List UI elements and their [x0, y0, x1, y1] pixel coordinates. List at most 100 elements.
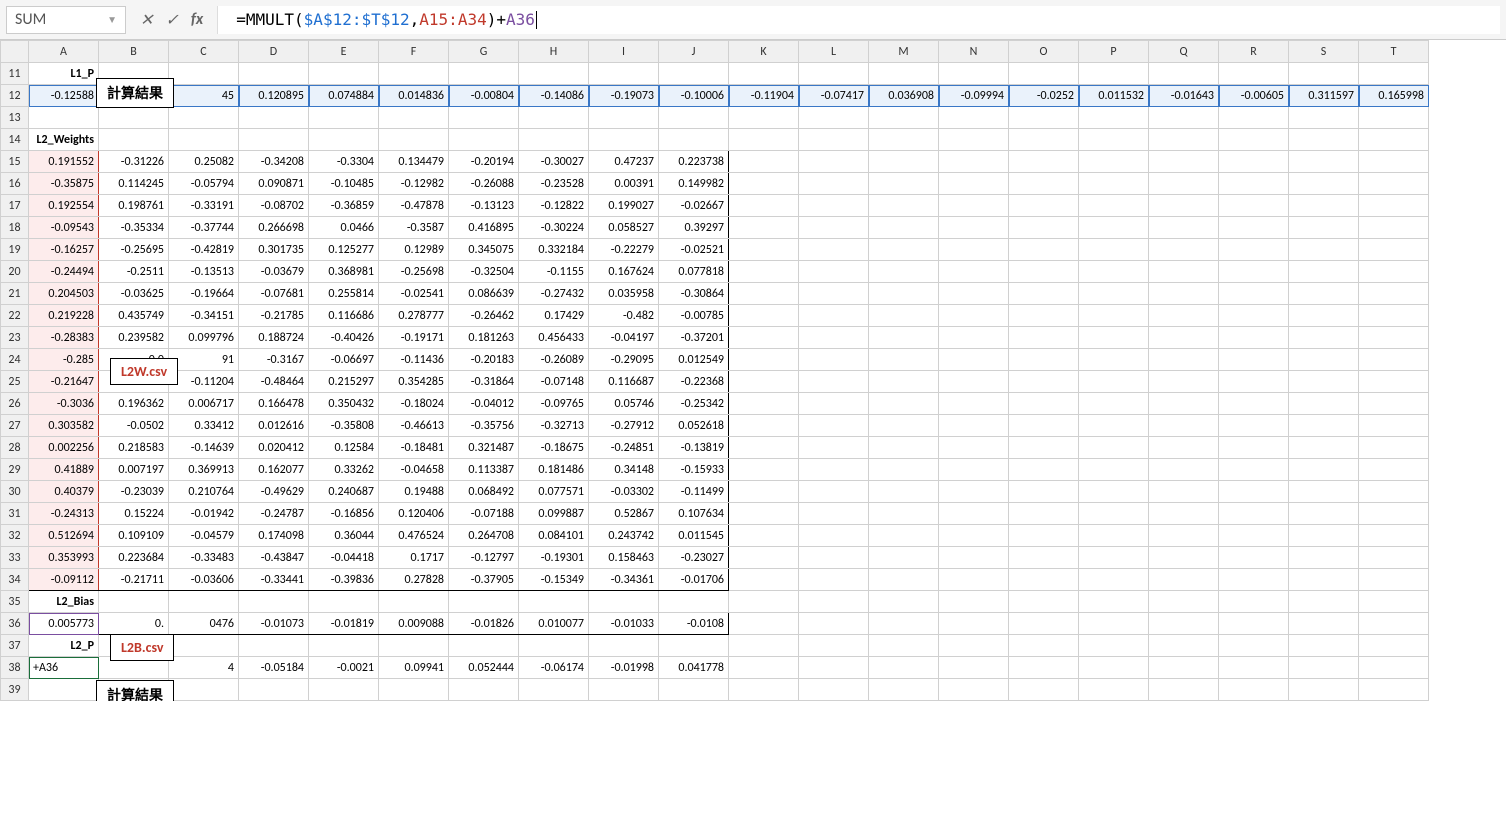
cell-G30[interactable]: 0.068492 [449, 481, 519, 503]
cell-P11[interactable] [1079, 63, 1149, 85]
cell-A34[interactable]: -0.09112 [29, 569, 99, 591]
cell-G31[interactable]: -0.07188 [449, 503, 519, 525]
cell-D34[interactable]: -0.33441 [239, 569, 309, 591]
cell-O26[interactable] [1009, 393, 1079, 415]
cell-J28[interactable]: -0.13819 [659, 437, 729, 459]
cell-M34[interactable] [869, 569, 939, 591]
cell-H13[interactable] [519, 107, 589, 129]
cell-G38[interactable]: 0.052444 [449, 657, 519, 679]
cell-F36[interactable]: 0.009088 [379, 613, 449, 635]
cell-A33[interactable]: 0.353993 [29, 547, 99, 569]
cell-N26[interactable] [939, 393, 1009, 415]
col-header-P[interactable]: P [1079, 41, 1149, 63]
cell-M35[interactable] [869, 591, 939, 613]
cell-C36[interactable]: 0476 [169, 613, 239, 635]
cell-E30[interactable]: 0.240687 [309, 481, 379, 503]
cell-S31[interactable] [1289, 503, 1359, 525]
cell-R25[interactable] [1219, 371, 1289, 393]
cell-H30[interactable]: 0.077571 [519, 481, 589, 503]
col-header-G[interactable]: G [449, 41, 519, 63]
cell-I16[interactable]: 0.00391 [589, 173, 659, 195]
cell-N18[interactable] [939, 217, 1009, 239]
cell-K11[interactable] [729, 63, 799, 85]
cell-A14[interactable]: L2_Weights [29, 129, 99, 151]
row-header-21[interactable]: 21 [1, 283, 29, 305]
cell-B31[interactable]: 0.15224 [99, 503, 169, 525]
cell-L17[interactable] [799, 195, 869, 217]
cell-R33[interactable] [1219, 547, 1289, 569]
cell-F30[interactable]: 0.19488 [379, 481, 449, 503]
cell-J39[interactable] [659, 679, 729, 701]
cell-E17[interactable]: -0.36859 [309, 195, 379, 217]
cell-Q19[interactable] [1149, 239, 1219, 261]
cell-M33[interactable] [869, 547, 939, 569]
cell-J34[interactable]: -0.01706 [659, 569, 729, 591]
cell-C26[interactable]: 0.006717 [169, 393, 239, 415]
cell-E23[interactable]: -0.40426 [309, 327, 379, 349]
cell-J17[interactable]: -0.02667 [659, 195, 729, 217]
corner-select-all[interactable] [1, 41, 29, 63]
cell-T22[interactable] [1359, 305, 1429, 327]
cell-N39[interactable] [939, 679, 1009, 701]
cell-H35[interactable] [519, 591, 589, 613]
cell-F38[interactable]: 0.09941 [379, 657, 449, 679]
cell-O16[interactable] [1009, 173, 1079, 195]
row-header-36[interactable]: 36 [1, 613, 29, 635]
cell-M13[interactable] [869, 107, 939, 129]
cell-K15[interactable] [729, 151, 799, 173]
cell-L16[interactable] [799, 173, 869, 195]
cell-Q20[interactable] [1149, 261, 1219, 283]
cell-H26[interactable]: -0.09765 [519, 393, 589, 415]
col-header-D[interactable]: D [239, 41, 309, 63]
cell-C12[interactable]: 45 [169, 85, 239, 107]
cell-Q37[interactable] [1149, 635, 1219, 657]
cell-K17[interactable] [729, 195, 799, 217]
col-header-N[interactable]: N [939, 41, 1009, 63]
cell-I38[interactable]: -0.01998 [589, 657, 659, 679]
cell-R14[interactable] [1219, 129, 1289, 151]
cell-H11[interactable] [519, 63, 589, 85]
cell-T37[interactable] [1359, 635, 1429, 657]
cell-P18[interactable] [1079, 217, 1149, 239]
cell-J23[interactable]: -0.37201 [659, 327, 729, 349]
cell-N32[interactable] [939, 525, 1009, 547]
cell-M21[interactable] [869, 283, 939, 305]
cell-R24[interactable] [1219, 349, 1289, 371]
cell-L29[interactable] [799, 459, 869, 481]
cell-A13[interactable] [29, 107, 99, 129]
cell-C27[interactable]: 0.33412 [169, 415, 239, 437]
cell-M39[interactable] [869, 679, 939, 701]
cell-R27[interactable] [1219, 415, 1289, 437]
cell-C31[interactable]: -0.01942 [169, 503, 239, 525]
cell-I28[interactable]: -0.24851 [589, 437, 659, 459]
cell-S26[interactable] [1289, 393, 1359, 415]
cell-D32[interactable]: 0.174098 [239, 525, 309, 547]
cell-D38[interactable]: -0.05184 [239, 657, 309, 679]
cell-N37[interactable] [939, 635, 1009, 657]
cell-S29[interactable] [1289, 459, 1359, 481]
cell-Q15[interactable] [1149, 151, 1219, 173]
cell-T30[interactable] [1359, 481, 1429, 503]
cell-B30[interactable]: -0.23039 [99, 481, 169, 503]
cell-O38[interactable] [1009, 657, 1079, 679]
cell-I14[interactable] [589, 129, 659, 151]
cell-T33[interactable] [1359, 547, 1429, 569]
cell-R13[interactable] [1219, 107, 1289, 129]
cell-D15[interactable]: -0.34208 [239, 151, 309, 173]
cell-K16[interactable] [729, 173, 799, 195]
cell-C23[interactable]: 0.099796 [169, 327, 239, 349]
cell-L14[interactable] [799, 129, 869, 151]
cell-D28[interactable]: 0.020412 [239, 437, 309, 459]
cell-H25[interactable]: -0.07148 [519, 371, 589, 393]
cell-K39[interactable] [729, 679, 799, 701]
cell-L34[interactable] [799, 569, 869, 591]
cell-J35[interactable] [659, 591, 729, 613]
cell-K26[interactable] [729, 393, 799, 415]
cell-Q36[interactable] [1149, 613, 1219, 635]
cell-E11[interactable] [309, 63, 379, 85]
cell-T23[interactable] [1359, 327, 1429, 349]
cell-R19[interactable] [1219, 239, 1289, 261]
cell-A15[interactable]: 0.191552 [29, 151, 99, 173]
cell-E21[interactable]: 0.255814 [309, 283, 379, 305]
cell-A27[interactable]: 0.303582 [29, 415, 99, 437]
